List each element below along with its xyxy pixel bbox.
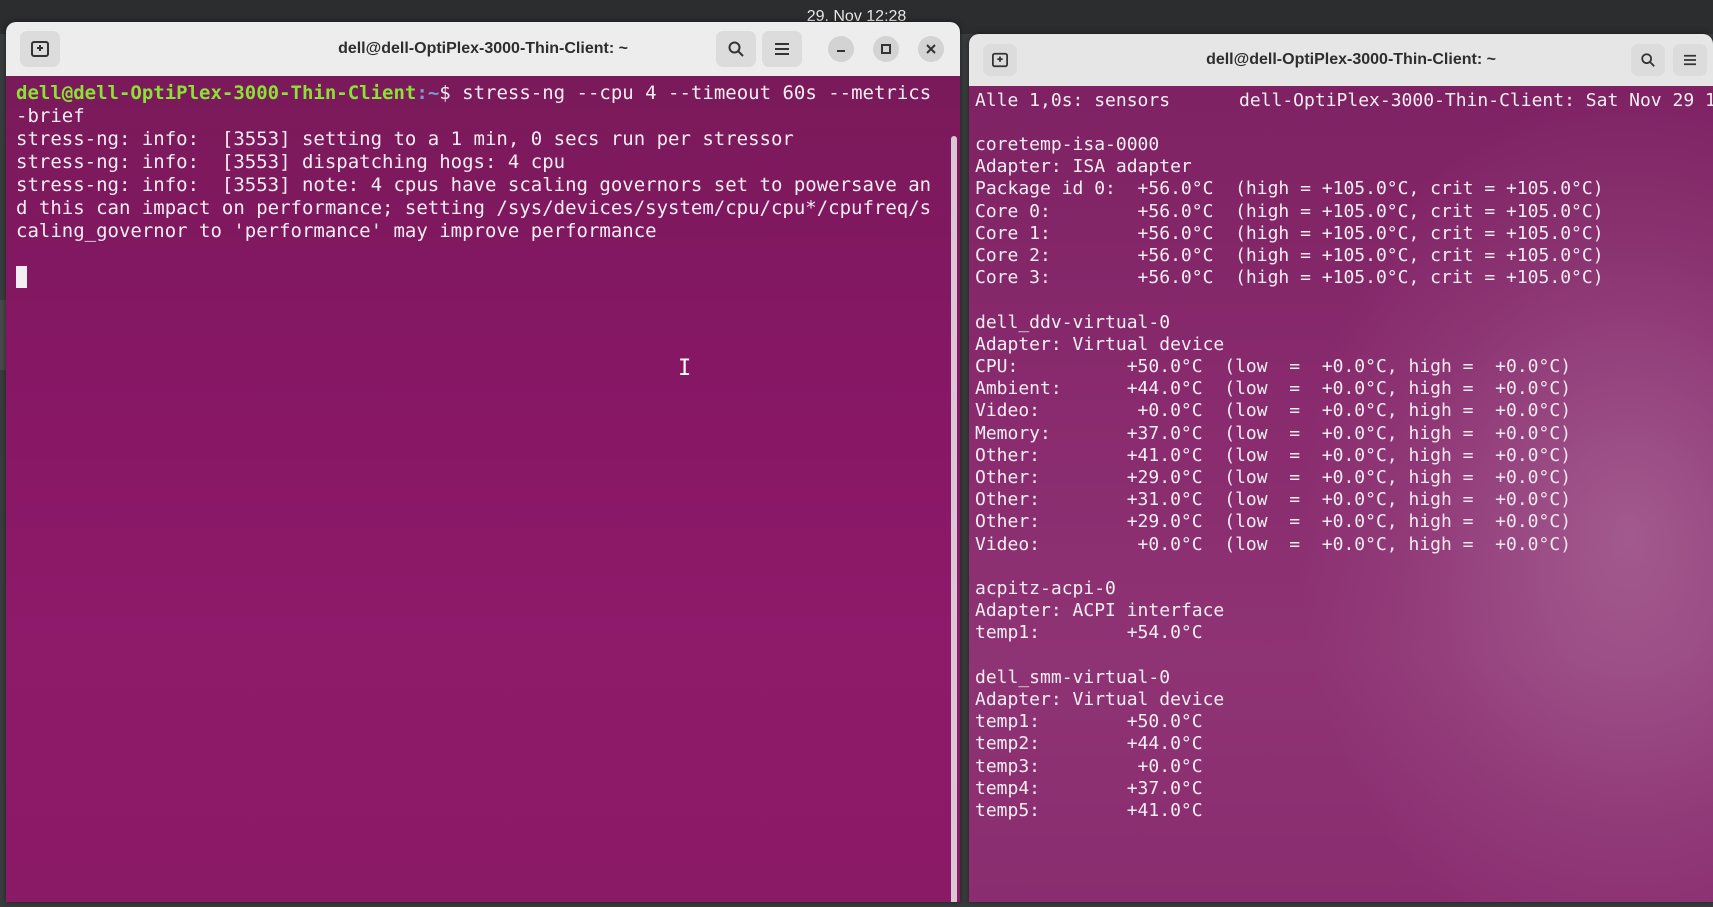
search-button[interactable] [716, 31, 756, 67]
sensor-line: temp1: +54.0°C [975, 622, 1203, 644]
window-title: dell@dell-OptiPlex-3000-Thin-Client: ~ [338, 40, 628, 57]
command-text: stress-ng --cpu 4 --timeout 60s --metric… [450, 82, 932, 104]
sensor-line: temp3: +0.0°C [975, 755, 1203, 777]
sensor-line: temp1: +50.0°C [975, 711, 1203, 733]
watch-header-right: dell-OptiPlex-3000-Thin-Client: Sat Nov … [1239, 90, 1713, 111]
sensor-line: Core 3: +56.0°C (high = +105.0°C, crit =… [975, 267, 1604, 289]
scrollbar[interactable] [951, 136, 957, 902]
sensor-line: Video: +0.0°C (low = +0.0°C, high = +0.0… [975, 400, 1572, 422]
sensor-line: dell_ddv-virtual-0 [975, 311, 1171, 333]
sensor-line: Ambient: +44.0°C (low = +0.0°C, high = +… [975, 378, 1572, 400]
search-button[interactable] [1631, 44, 1665, 76]
sensor-line: CPU: +50.0°C (low = +0.0°C, high = +0.0°… [975, 356, 1572, 377]
output-line: stress-ng: info: [3553] setting to a 1 m… [16, 128, 794, 150]
sensor-line: Adapter: Virtual device [975, 333, 1225, 355]
output-line: caling_governor to 'performance' may imp… [16, 220, 657, 242]
terminal-area[interactable]: dell@dell-OptiPlex-3000-Thin-Client:~$ s… [6, 76, 960, 902]
sensor-line: acpitz-acpi-0 [975, 578, 1116, 599]
maximize-icon [881, 44, 891, 54]
menu-button[interactable] [762, 31, 802, 67]
window-title: dell@dell-OptiPlex-3000-Thin-Client: ~ [1206, 51, 1496, 68]
minimize-button[interactable] [828, 36, 854, 62]
sensor-line: Core 1: +56.0°C (high = +105.0°C, crit =… [975, 222, 1604, 244]
sensor-line: Video: +0.0°C (low = +0.0°C, high = +0.0… [975, 533, 1572, 555]
maximize-button[interactable] [873, 36, 899, 62]
terminal-area[interactable]: Alle 1,0s: sensors dell-OptiPlex-3000-Th… [969, 86, 1713, 902]
sensor-line: Memory: +37.0°C (low = +0.0°C, high = +0… [975, 422, 1572, 444]
hamburger-icon [775, 43, 789, 55]
sensor-line: Other: +29.0°C (low = +0.0°C, high = +0.… [975, 467, 1572, 488]
watch-header-left: Alle 1,0s: sensors [975, 90, 1171, 111]
sensor-line: temp4: +37.0°C [975, 777, 1203, 799]
sensor-line: coretemp-isa-0000 [975, 134, 1160, 155]
terminal-window-left[interactable]: dell@dell-OptiPlex-3000-Thin-Client: ~ d… [6, 22, 960, 902]
sensor-line: Adapter: ISA adapter [975, 156, 1192, 178]
sensor-line: Core 2: +56.0°C (high = +105.0°C, crit =… [975, 245, 1604, 266]
search-icon [728, 41, 744, 57]
sensor-line: Core 0: +56.0°C (high = +105.0°C, crit =… [975, 200, 1604, 222]
sensor-line: dell_smm-virtual-0 [975, 666, 1171, 688]
output-line: -brief [16, 105, 85, 127]
prompt-path: :~ [416, 82, 440, 104]
mouse-ibeam-cursor: I [678, 356, 692, 381]
output-line: stress-ng: info: [3553] dispatching hogs… [16, 151, 566, 173]
sensor-line: temp5: +41.0°C [975, 800, 1203, 821]
menu-button[interactable] [1673, 44, 1707, 76]
close-button[interactable] [918, 36, 944, 62]
terminal-window-right[interactable]: dell@dell-OptiPlex-3000-Thin-Client: ~ A… [969, 34, 1713, 902]
sensor-line: Package id 0: +56.0°C (high = +105.0°C, … [975, 178, 1604, 200]
sensor-line: Other: +29.0°C (low = +0.0°C, high = +0.… [975, 511, 1572, 533]
sensor-line: Other: +41.0°C (low = +0.0°C, high = +0.… [975, 444, 1572, 466]
terminal-cursor [16, 266, 27, 288]
hamburger-icon [1684, 54, 1696, 66]
command-line: dell@dell-OptiPlex-3000-Thin-Client:~$ s… [16, 82, 931, 104]
sensor-line: Other: +31.0°C (low = +0.0°C, high = +0.… [975, 489, 1572, 511]
output-line: d this can impact on performance; settin… [16, 197, 932, 219]
titlebar[interactable]: dell@dell-OptiPlex-3000-Thin-Client: ~ [969, 34, 1713, 86]
titlebar[interactable]: dell@dell-OptiPlex-3000-Thin-Client: ~ [6, 22, 960, 76]
minimize-icon [837, 50, 845, 52]
output-line: stress-ng: info: [3553] note: 4 cpus hav… [16, 174, 932, 196]
sensor-line: Adapter: Virtual device [975, 689, 1225, 710]
prompt-symbol: $ [439, 82, 451, 104]
search-icon [1641, 53, 1655, 67]
prompt-user: dell@dell-OptiPlex-3000-Thin-Client [16, 82, 417, 104]
sensor-line: temp2: +44.0°C [975, 733, 1203, 755]
sensor-line: Adapter: ACPI interface [975, 600, 1225, 622]
close-icon [926, 44, 936, 54]
